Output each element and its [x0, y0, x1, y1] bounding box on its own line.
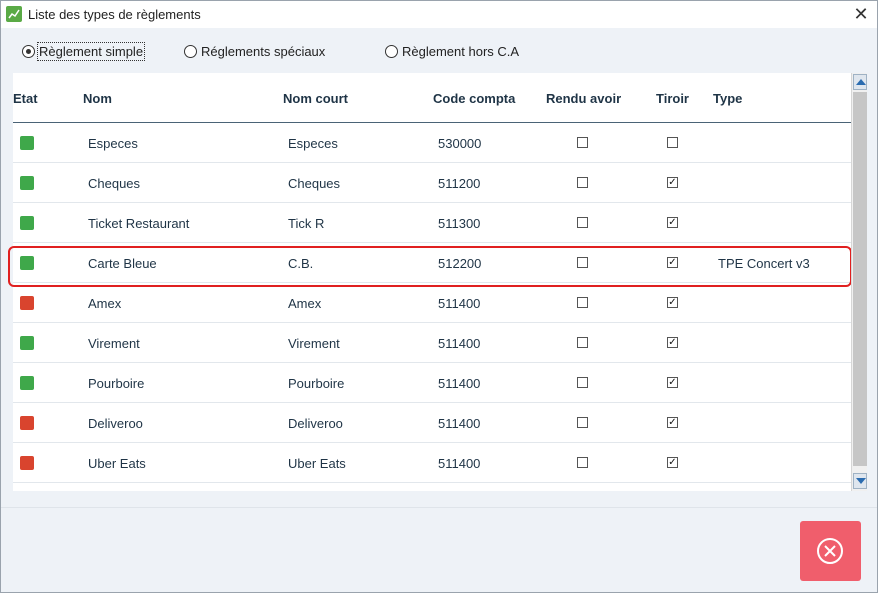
- rendu-avoir-checkbox[interactable]: [577, 177, 588, 188]
- column-header-etat[interactable]: Etat: [13, 91, 38, 106]
- cell-code-compta: 511400: [438, 296, 481, 311]
- payment-type-options: Règlement simple Réglements spéciaux Règ…: [1, 37, 877, 63]
- table-header: Etat Nom Nom court Code compta Rendu avo…: [13, 73, 851, 123]
- active-state-icon: [20, 376, 34, 390]
- tiroir-checkbox[interactable]: ✓: [667, 337, 678, 348]
- column-header-nom-court[interactable]: Nom court: [283, 91, 348, 106]
- table-row[interactable]: Uber Eats Uber Eats 511400 ✓: [13, 443, 851, 483]
- cell-nom-court: Tick R: [288, 216, 325, 231]
- rendu-avoir-checkbox[interactable]: [577, 297, 588, 308]
- radio-selected-icon: [22, 44, 35, 58]
- cell-code-compta: 511400: [438, 416, 481, 431]
- cell-code-compta: 530000: [438, 136, 482, 151]
- active-state-icon: [20, 256, 34, 270]
- table-row[interactable]: Especes Especes 530000: [13, 123, 851, 163]
- cell-nom: Amex: [88, 296, 122, 311]
- cell-code-compta: 511200: [438, 176, 481, 191]
- table-row[interactable]: Amex Amex 511400 ✓: [13, 283, 851, 323]
- active-state-icon: [20, 136, 34, 150]
- option-label: Règlement hors C.A: [402, 43, 520, 59]
- tiroir-checkbox[interactable]: [667, 137, 678, 148]
- tiroir-checkbox[interactable]: ✓: [667, 177, 678, 188]
- cell-nom: Especes: [88, 136, 138, 151]
- inactive-state-icon: [20, 296, 34, 310]
- cell-nom: Ticket Restaurant: [88, 216, 190, 231]
- rendu-avoir-checkbox[interactable]: [577, 217, 588, 228]
- active-state-icon: [20, 176, 34, 190]
- active-state-icon: [20, 336, 34, 350]
- tiroir-checkbox[interactable]: ✓: [667, 377, 678, 388]
- cell-nom: Deliveroo: [88, 416, 143, 431]
- tiroir-checkbox[interactable]: ✓: [667, 297, 678, 308]
- window-title: Liste des types de règlements: [28, 7, 201, 22]
- rendu-avoir-checkbox[interactable]: [577, 257, 588, 268]
- cell-nom-court: Especes: [288, 136, 338, 151]
- column-header-rendu-avoir[interactable]: Rendu avoir: [546, 91, 621, 106]
- footer-band: [1, 507, 877, 592]
- cell-code-compta: 511400: [438, 336, 481, 351]
- cell-nom-court: Virement: [288, 336, 340, 351]
- cell-nom-court: Pourboire: [288, 376, 345, 391]
- cell-nom: Carte Bleue: [88, 256, 157, 271]
- inactive-state-icon: [20, 456, 34, 470]
- close-dialog-button[interactable]: [800, 521, 861, 581]
- tiroir-checkbox[interactable]: ✓: [667, 457, 678, 468]
- title-bar: Liste des types de règlements ✕: [1, 1, 877, 28]
- dialog-window: Liste des types de règlements ✕ Règlemen…: [0, 0, 878, 593]
- cell-type: TPE Concert v3: [718, 256, 810, 271]
- table-row[interactable]: Deliveroo Deliveroo 511400 ✓: [13, 403, 851, 443]
- cell-nom: Uber Eats: [88, 456, 146, 471]
- rendu-avoir-checkbox[interactable]: [577, 337, 588, 348]
- app-chart-icon: [6, 6, 22, 22]
- cell-nom-court: Cheques: [288, 176, 341, 191]
- rendu-avoir-checkbox[interactable]: [577, 457, 588, 468]
- payment-types-table: Etat Nom Nom court Code compta Rendu avo…: [13, 73, 866, 491]
- cell-nom-court: Deliveroo: [288, 416, 343, 431]
- table-row[interactable]: Carte Bleue C.B. 512200 TPE Concert v3 ✓: [13, 243, 851, 283]
- option-label: Règlement simple: [36, 41, 146, 61]
- rendu-avoir-checkbox[interactable]: [577, 377, 588, 388]
- table-row[interactable]: Virement Virement 511400 ✓: [13, 323, 851, 363]
- cell-code-compta: 511400: [438, 456, 481, 471]
- option-label: Réglements spéciaux: [201, 43, 326, 59]
- cell-nom-court: C.B.: [288, 256, 314, 271]
- rendu-avoir-checkbox[interactable]: [577, 137, 588, 148]
- scroll-down-button[interactable]: [853, 473, 867, 489]
- table-scrollbar[interactable]: [851, 73, 867, 491]
- column-header-tiroir[interactable]: Tiroir: [656, 91, 689, 106]
- scroll-up-button[interactable]: [853, 74, 867, 90]
- radio-empty-icon: [184, 44, 197, 58]
- cell-nom: Cheques: [88, 176, 141, 191]
- cell-code-compta: 511300: [438, 216, 481, 231]
- cell-code-compta: 512200: [438, 256, 482, 271]
- cell-nom-court: Amex: [288, 296, 322, 311]
- cell-nom-court: Uber Eats: [288, 456, 346, 471]
- radio-empty-icon: [385, 44, 398, 58]
- option-reglements-speciaux[interactable]: Réglements spéciaux: [184, 42, 325, 60]
- column-header-nom[interactable]: Nom: [83, 91, 112, 106]
- cell-nom: Pourboire: [88, 376, 145, 391]
- table-row[interactable]: Pourboire Pourboire 511400 ✓: [13, 363, 851, 403]
- option-reglement-hors-ca[interactable]: Règlement hors C.A: [385, 42, 519, 60]
- arrow-up-icon: [856, 79, 866, 85]
- close-cross-icon: [824, 545, 836, 557]
- rendu-avoir-checkbox[interactable]: [577, 417, 588, 428]
- cell-code-compta: 511400: [438, 376, 481, 391]
- active-state-icon: [20, 216, 34, 230]
- table-row[interactable]: Cheques Cheques 511200 ✓: [13, 163, 851, 203]
- window-close-icon[interactable]: ✕: [851, 4, 871, 24]
- table-row[interactable]: Ticket Restaurant Tick R 511300 ✓: [13, 203, 851, 243]
- arrow-down-icon: [856, 478, 866, 484]
- tiroir-checkbox[interactable]: ✓: [667, 257, 678, 268]
- tiroir-checkbox[interactable]: ✓: [667, 217, 678, 228]
- column-header-type[interactable]: Type: [713, 91, 742, 106]
- scroll-thumb[interactable]: [853, 92, 867, 466]
- option-reglement-simple[interactable]: Règlement simple: [22, 41, 146, 61]
- tiroir-checkbox[interactable]: ✓: [667, 417, 678, 428]
- inactive-state-icon: [20, 416, 34, 430]
- column-header-code-compta[interactable]: Code compta: [433, 91, 515, 106]
- cell-nom: Virement: [88, 336, 140, 351]
